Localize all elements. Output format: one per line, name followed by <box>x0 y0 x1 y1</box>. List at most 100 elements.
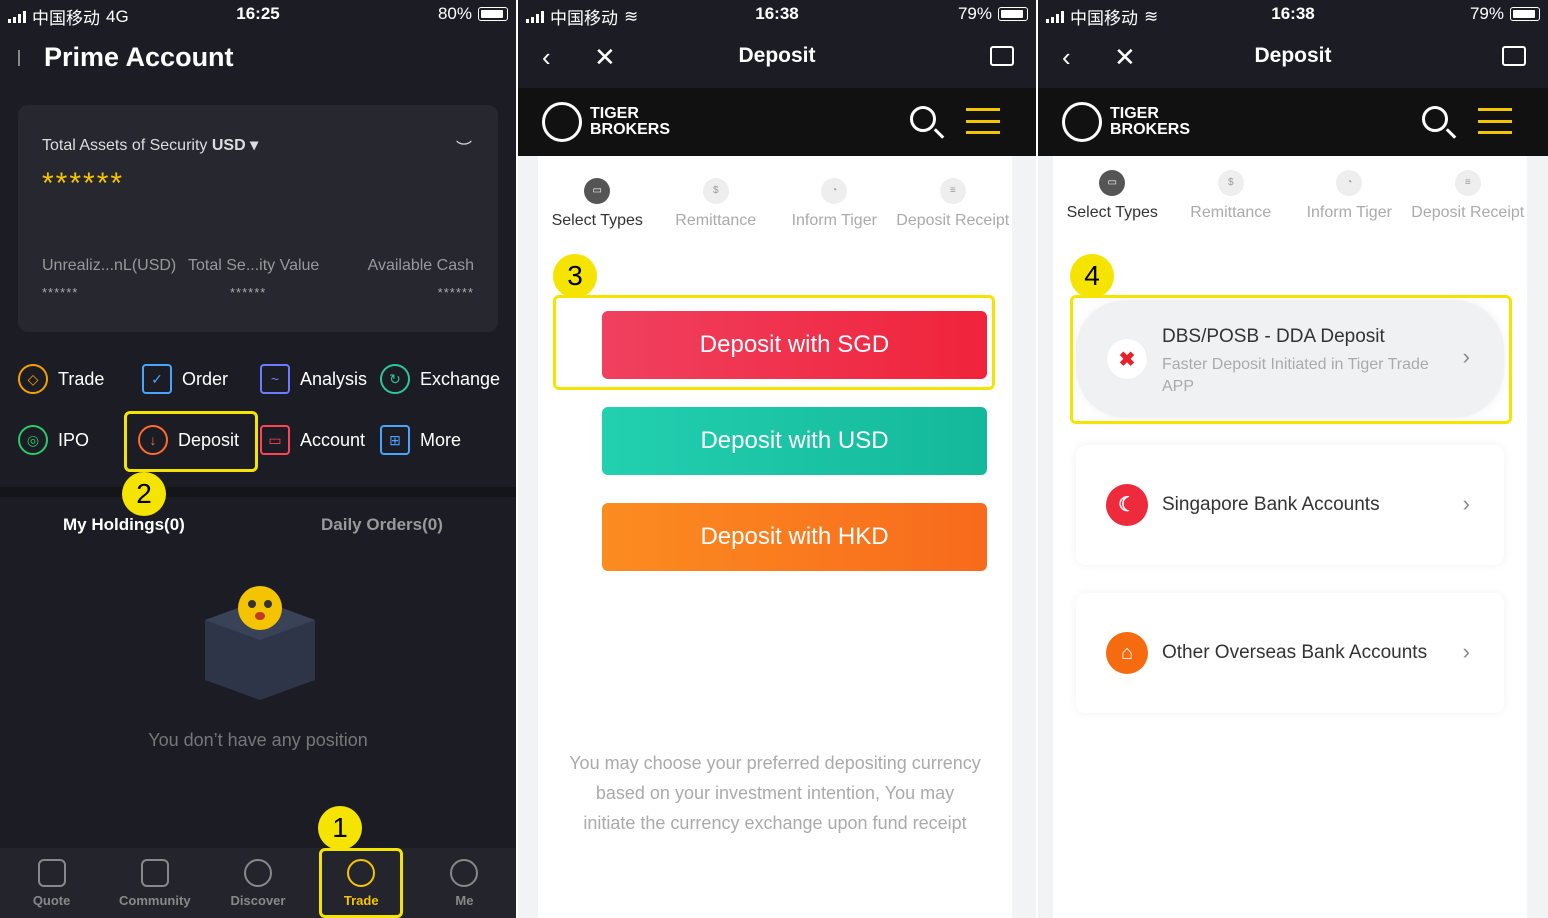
highlight-sgd <box>553 295 995 390</box>
link-account[interactable]: ▭ Account <box>260 425 365 455</box>
card-icon: ▭ <box>1099 170 1126 196</box>
link-label: More <box>420 429 462 450</box>
menu-icon[interactable] <box>18 50 28 66</box>
tab-holdings[interactable]: My Holdings(0) <box>63 515 185 535</box>
step-marker-2: 2 <box>122 472 166 516</box>
empty-message: You don’t have any position <box>148 730 368 750</box>
analysis-icon: ~ <box>260 364 290 394</box>
battery-percent: 79% <box>957 4 992 23</box>
total-security-value: ****** <box>230 285 267 300</box>
nav-quote[interactable]: Quote <box>0 848 103 918</box>
currency-select[interactable]: USD ▾ <box>212 137 258 154</box>
nav-discover[interactable]: Discover <box>206 848 309 918</box>
dollar-icon: $ <box>1217 170 1244 196</box>
community-icon <box>140 858 169 887</box>
link-analysis[interactable]: ~ Analysis <box>260 364 367 394</box>
page-title: Deposit <box>738 44 816 67</box>
currency-note: You may choose your preferred depositing… <box>569 753 981 833</box>
bank-icon: ⌂ <box>1106 632 1148 674</box>
link-label: Account <box>300 429 366 450</box>
link-exchange[interactable]: ↻ Exchange <box>380 364 500 394</box>
battery-percent: 80% <box>437 4 472 23</box>
step-marker-3: 3 <box>553 254 597 298</box>
chevron-right-icon: › <box>1462 639 1470 664</box>
me-icon <box>450 858 479 887</box>
nav-community[interactable]: Community <box>103 848 206 918</box>
nav-label: Discover <box>230 892 286 908</box>
link-label: Trade <box>58 368 105 389</box>
tab-daily-orders[interactable]: Daily Orders(0) <box>321 515 443 535</box>
step-select-types: ▭ Select Types <box>538 178 657 233</box>
nav-bar: ‹ ✕ Deposit <box>518 28 1036 88</box>
link-label: IPO <box>58 429 90 450</box>
step-deposit-receipt: ≡ Deposit Receipt <box>1409 170 1528 225</box>
deposit-method-screen: 中国移动 ≋ 16:38 79% ‹ ✕ Deposit TIGER BROKERS… <box>1038 0 1548 918</box>
wallet-icon: ▭ <box>260 425 290 455</box>
link-order[interactable]: ✓ Order <box>142 364 228 394</box>
order-icon: ✓ <box>142 364 172 394</box>
step-inform-tiger: ◔ Inform Tiger <box>775 178 894 233</box>
prime-account-screen: 中国移动 4G 16:25 80% Prime Account Total Ass… <box>0 0 516 918</box>
ipo-icon: ◎ <box>18 425 48 455</box>
hamburger-menu-icon[interactable] <box>966 108 1000 134</box>
link-ipo[interactable]: ◎ IPO <box>18 425 89 455</box>
message-icon[interactable] <box>990 46 1014 66</box>
coins-icon: ≡ <box>1454 170 1481 196</box>
step-marker-4: 4 <box>1070 254 1114 298</box>
step-indicator: ▭ Select Types $ Remittance ◔ Inform Tiger … <box>538 178 1012 233</box>
status-bar: 中国移动 ≋ 16:38 79% <box>1038 0 1548 28</box>
nav-label: Quote <box>32 892 71 908</box>
option-singapore-banks[interactable]: ☾ Singapore Bank Accounts › <box>1076 445 1504 565</box>
dollar-icon: $ <box>702 178 729 204</box>
total-security-label: Total Se...ity Value <box>188 257 320 274</box>
link-trade[interactable]: ◇ Trade <box>18 364 104 394</box>
step-marker-1: 1 <box>318 806 362 850</box>
option-overseas-banks[interactable]: ⌂ Other Overseas Bank Accounts › <box>1076 593 1504 713</box>
page-title: Prime Account <box>44 42 234 72</box>
card-icon: ▭ <box>584 178 611 204</box>
total-assets-value: ****** <box>42 167 125 200</box>
battery-icon <box>1510 7 1540 21</box>
step-remittance: $ Remittance <box>657 178 776 233</box>
option-title: Other Overseas Bank Accounts <box>1162 642 1428 663</box>
link-label: Analysis <box>300 368 368 389</box>
bottom-nav: Quote Community Discover Trade Me <box>0 848 516 918</box>
link-more[interactable]: ⊞ More <box>380 425 461 455</box>
hide-eye-icon[interactable]: ︶ <box>456 135 472 159</box>
brand-bar: TIGER BROKERS <box>1038 88 1548 156</box>
step-deposit-receipt: ≡ Deposit Receipt <box>894 178 1013 233</box>
nav-label: Community <box>119 892 191 908</box>
battery-icon <box>478 7 508 21</box>
step-select-types: ▭ Select Types <box>1053 170 1172 225</box>
highlight-deposit <box>124 411 258 472</box>
empty-box-illustration <box>205 586 315 700</box>
nav-bar: ‹ ✕ Deposit <box>1038 28 1548 88</box>
status-bar: 中国移动 4G 16:25 80% <box>0 0 516 28</box>
quote-icon <box>37 858 66 887</box>
search-icon[interactable] <box>1422 106 1448 132</box>
highlight-trade <box>319 848 403 918</box>
assets-card: Total Assets of Security USD ▾ ︶ ****** … <box>18 105 498 332</box>
nav-label: Me <box>455 892 474 908</box>
status-bar: 中国移动 ≋ 16:38 79% <box>518 0 1036 28</box>
brand-name: TIGER BROKERS <box>590 105 671 138</box>
nav-me[interactable]: Me <box>413 848 516 918</box>
page-title: Deposit <box>1254 44 1332 67</box>
chevron-right-icon: › <box>1462 491 1470 516</box>
bell-icon: ◔ <box>1336 170 1363 196</box>
deposit-currency-screen: 中国移动 ≋ 16:38 79% ‹ ✕ Deposit TIGER BROKERS… <box>518 0 1036 918</box>
message-icon[interactable] <box>1502 46 1526 66</box>
deposit-panel: ▭ Select Types $ Remittance ◔ Inform Tiger … <box>538 156 1012 918</box>
unrealized-pnl-value: ****** <box>42 285 79 300</box>
hamburger-menu-icon[interactable] <box>1478 108 1512 134</box>
option-title: Singapore Bank Accounts <box>1162 494 1380 515</box>
exchange-icon: ↻ <box>380 364 410 394</box>
trade-icon: ◇ <box>18 364 48 394</box>
divider <box>0 487 516 497</box>
deposit-usd-button[interactable]: Deposit with USD <box>602 407 987 475</box>
search-icon[interactable] <box>910 106 936 132</box>
available-cash-value: ****** <box>437 285 474 300</box>
deposit-hkd-button[interactable]: Deposit with HKD <box>602 503 987 571</box>
brand-bar: TIGER BROKERS <box>518 88 1036 156</box>
bell-icon: ◔ <box>821 178 848 204</box>
